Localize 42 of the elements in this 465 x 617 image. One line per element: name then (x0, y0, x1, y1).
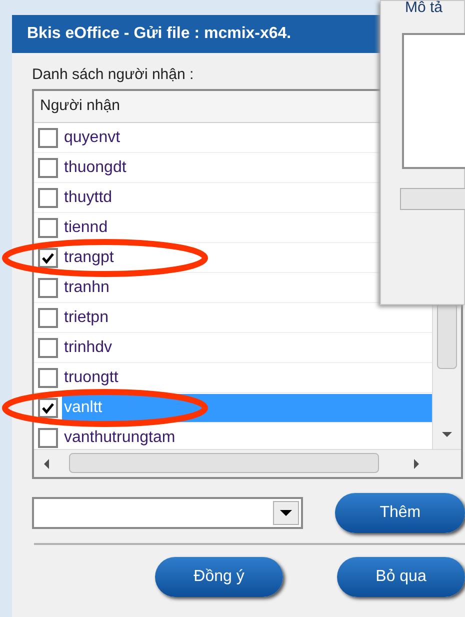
text-field[interactable] (400, 188, 465, 210)
checkbox[interactable] (38, 188, 58, 208)
checkbox[interactable] (38, 218, 58, 238)
description-field[interactable] (402, 33, 465, 169)
list-label: Danh sách người nhận : (32, 65, 195, 85)
check-icon (41, 400, 55, 414)
recipient-name: thuyttd (63, 188, 114, 208)
recipient-name: vanltt (62, 394, 434, 422)
checkbox[interactable] (38, 398, 58, 418)
field-label: Mô tả (405, 0, 443, 18)
horizontal-scrollbar[interactable] (34, 449, 461, 477)
recipient-name: trangpt (63, 248, 115, 268)
right-arrow-icon[interactable] (414, 459, 419, 469)
header-label: Người nhận (40, 96, 120, 116)
window-title: Bkis eOffice - Gửi file : mcmix-x64. (27, 24, 292, 44)
recipient-name: quyenvt (63, 128, 122, 148)
scroll-thumb[interactable] (69, 453, 379, 473)
checkbox[interactable] (38, 278, 58, 298)
checkbox[interactable] (38, 248, 58, 268)
checkbox[interactable] (38, 368, 58, 388)
dropdown-field[interactable] (32, 497, 304, 529)
checkbox[interactable] (38, 308, 58, 328)
dropdown-button[interactable] (273, 501, 300, 525)
cancel-button[interactable]: Bỏ qua (337, 557, 465, 597)
recipient-name: trietpn (63, 308, 110, 328)
checkbox[interactable] (38, 158, 58, 178)
recipient-name: thuongdt (63, 158, 128, 178)
checkbox[interactable] (38, 338, 58, 358)
checkbox[interactable] (38, 128, 58, 148)
down-arrow-icon[interactable] (442, 432, 452, 437)
checkbox[interactable] (38, 428, 58, 448)
recipient-name: tranhn (63, 278, 110, 298)
left-arrow-icon[interactable] (44, 459, 49, 469)
recipient-name: trinhdv (63, 338, 114, 358)
scroll-thumb[interactable] (437, 303, 457, 369)
add-button[interactable]: Thêm (335, 493, 465, 533)
recipient-name: vanthutrungtam (63, 428, 176, 448)
recipient-name: tiennd (63, 218, 109, 238)
recipient-name: truongtt (63, 368, 120, 388)
caret-icon (280, 510, 292, 516)
check-icon (41, 250, 55, 264)
ok-button[interactable]: Đồng ý (155, 557, 283, 597)
